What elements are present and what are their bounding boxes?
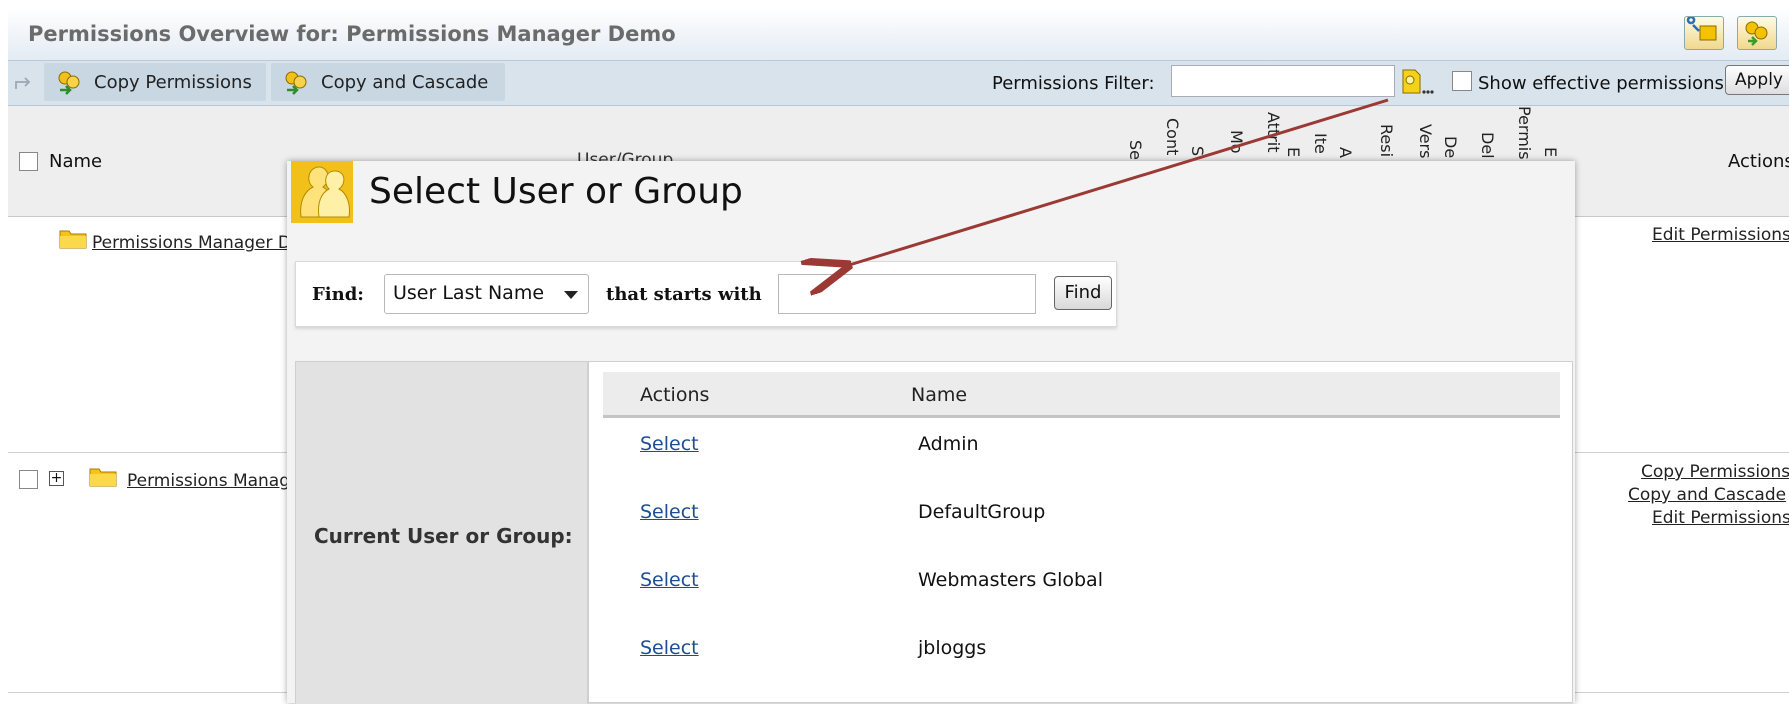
copy-permissions-button[interactable]: Copy Permissions bbox=[44, 63, 266, 101]
expand-icon[interactable]: + bbox=[49, 471, 64, 486]
copy-and-cascade-label: Copy and Cascade bbox=[321, 71, 489, 93]
select-user-group-dialog: Select User or Group Find: User Last Nam… bbox=[287, 161, 1575, 704]
folder-icon bbox=[59, 230, 87, 249]
perm-col-header: Mo bbox=[1227, 130, 1246, 154]
copy-permissions-link[interactable]: Copy Permissions bbox=[1641, 462, 1789, 482]
dialog-title: Select User or Group bbox=[369, 171, 743, 212]
find-by-selected-value: User Last Name bbox=[393, 282, 545, 304]
row-name-link[interactable]: Permissions Manager D bbox=[92, 233, 291, 253]
copy-and-cascade-button[interactable]: Copy and Cascade bbox=[271, 63, 505, 101]
toolbar: Copy Permissions Copy and Cascade Permis… bbox=[8, 61, 1789, 106]
users-copy-icon bbox=[1745, 21, 1768, 46]
title-bar: Permissions Overview for: Permissions Ma… bbox=[8, 8, 1789, 61]
list-item-name: Admin bbox=[918, 433, 979, 455]
caret-down-icon bbox=[564, 291, 578, 299]
copy-permissions-label: Copy Permissions bbox=[94, 71, 252, 93]
perm-col-header: Attrit bbox=[1264, 112, 1283, 153]
perm-col-header: Cont bbox=[1163, 118, 1182, 156]
find-by-select[interactable]: User Last Name bbox=[384, 274, 589, 314]
users-group-icon bbox=[291, 161, 353, 223]
actions-column-header: Actions bbox=[1728, 151, 1789, 172]
filter-picker-icon[interactable] bbox=[1400, 67, 1434, 97]
list-name-header: Name bbox=[911, 384, 968, 406]
list-header: Actions Name bbox=[603, 372, 1560, 418]
select-link[interactable]: Select bbox=[640, 569, 699, 591]
apply-button[interactable]: Apply bbox=[1725, 65, 1789, 95]
row-name-link[interactable]: Permissions Manag bbox=[127, 471, 290, 491]
page-title: Permissions Overview for: Permissions Ma… bbox=[28, 22, 676, 46]
list-item-name: DefaultGroup bbox=[918, 501, 1046, 523]
perm-col-header: Se bbox=[1126, 140, 1145, 160]
find-panel: Find: User Last Name that starts with Fi… bbox=[295, 261, 1117, 327]
perm-col-header: E bbox=[1541, 147, 1560, 158]
select-link[interactable]: Select bbox=[640, 433, 699, 455]
list-item-name: jbloggs bbox=[918, 637, 987, 659]
select-all-checkbox[interactable] bbox=[19, 152, 38, 171]
row-checkbox[interactable] bbox=[19, 470, 38, 489]
find-button[interactable]: Find bbox=[1054, 276, 1112, 310]
starts-with-label: that starts with bbox=[606, 284, 762, 305]
perm-col-header: S bbox=[1188, 146, 1207, 157]
name-column-header: Name bbox=[49, 151, 103, 172]
users-copy-button[interactable] bbox=[1737, 16, 1777, 50]
forward-arrow-icon bbox=[15, 77, 31, 89]
select-link[interactable]: Select bbox=[640, 637, 699, 659]
show-effective-label: Show effective permissions bbox=[1478, 73, 1724, 94]
current-user-group-label: Current User or Group: bbox=[314, 524, 573, 548]
edit-permissions-link[interactable]: Edit Permissions bbox=[1652, 225, 1789, 245]
user-key-button[interactable] bbox=[1684, 15, 1724, 50]
perm-col-header: A bbox=[1336, 147, 1355, 158]
perm-col-header: Permis bbox=[1515, 106, 1534, 160]
copy-permissions-icon bbox=[58, 71, 80, 95]
copy-cascade-icon bbox=[285, 71, 307, 95]
edit-permissions-link[interactable]: Edit Permissions bbox=[1652, 508, 1789, 528]
select-link[interactable]: Select bbox=[640, 501, 699, 523]
perm-col-header: Ite bbox=[1311, 133, 1330, 154]
perm-col-header: Resi bbox=[1377, 124, 1396, 158]
perm-col-header: Vers bbox=[1416, 124, 1435, 159]
current-label-cell: Current User or Group: bbox=[296, 362, 589, 704]
list-actions-header: Actions bbox=[640, 384, 710, 406]
find-input[interactable] bbox=[778, 274, 1036, 314]
permissions-filter-label: Permissions Filter: bbox=[992, 73, 1155, 94]
perm-col-header: De bbox=[1441, 136, 1460, 159]
list-item-name: Webmasters Global bbox=[918, 569, 1103, 591]
user-key-icon bbox=[1686, 15, 1717, 41]
perm-col-header: E bbox=[1284, 147, 1303, 158]
permissions-filter-input[interactable] bbox=[1171, 65, 1395, 97]
current-user-group-panel: Current User or Group: Actions Name Sele… bbox=[295, 361, 1573, 704]
show-effective-checkbox[interactable] bbox=[1452, 71, 1472, 91]
copy-and-cascade-link[interactable]: Copy and Cascade bbox=[1628, 485, 1786, 505]
find-label: Find: bbox=[312, 284, 364, 305]
folder-icon bbox=[89, 468, 117, 487]
perm-col-header: Del bbox=[1478, 132, 1497, 159]
